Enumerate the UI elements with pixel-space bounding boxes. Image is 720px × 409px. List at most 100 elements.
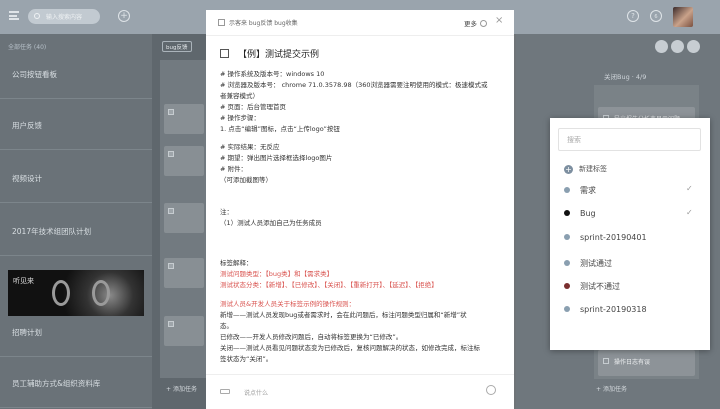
sidebar-item-label: 员工辅助方式&组织资料库 bbox=[12, 379, 101, 388]
tag-color-dot bbox=[564, 306, 570, 312]
task-card[interactable] bbox=[164, 316, 204, 346]
tag-search-input[interactable]: 搜索 bbox=[558, 128, 701, 151]
tag-color-dot bbox=[564, 187, 570, 193]
new-tag-button[interactable]: + 新建标签 bbox=[564, 164, 607, 174]
task-title-text[interactable]: 【例】测试提交示例 bbox=[238, 50, 319, 60]
search-input[interactable]: 输入搜索内容 bbox=[28, 9, 100, 24]
task-checkbox[interactable] bbox=[168, 321, 174, 327]
notification-badge: 6 bbox=[654, 14, 658, 20]
task-checkbox[interactable] bbox=[168, 263, 174, 269]
close-icon[interactable]: × bbox=[495, 15, 503, 26]
sidebar-item[interactable]: 公司按钮看板 bbox=[0, 65, 152, 99]
add-task-button[interactable]: + 添加任务 bbox=[596, 384, 627, 393]
description-line: # 浏览器及版本号： chrome 71.0.3578.98（360浏览器需要注… bbox=[220, 81, 488, 89]
description-line: 者兼容模式） bbox=[220, 92, 259, 100]
menu-icon[interactable] bbox=[9, 11, 19, 20]
description-line: 测试状态分类：【新增】、【已修改】、【关闭】、【重新打开】、【延迟】、【拒绝】 bbox=[220, 281, 438, 289]
avatar[interactable] bbox=[673, 7, 693, 27]
task-card[interactable] bbox=[164, 146, 204, 176]
tag-color-dot bbox=[564, 260, 570, 266]
description-line: 新增——测试人员发现bug或者需求时，会在此问题后，标注问题类型归属和“新增”状 bbox=[220, 311, 467, 319]
description-line: 关闭——测试人员看见问题状态变为已修改后，复核问题解决的状态，如修改完成，标注标 bbox=[220, 344, 480, 352]
lane-header: 关闭Bug · 4/9 bbox=[604, 73, 647, 81]
task-card[interactable] bbox=[164, 104, 204, 134]
description-line: 态。 bbox=[220, 322, 233, 330]
search-placeholder: 输入搜索内容 bbox=[46, 14, 83, 21]
comment-type-icon[interactable] bbox=[220, 389, 230, 394]
plus-icon: + bbox=[564, 165, 573, 174]
more-button[interactable]: 更多 bbox=[464, 18, 487, 28]
task-detail-modal: 示客来 bug反馈 bug收集 更多 × 【例】测试提交示例 # 操作系统及版本… bbox=[206, 10, 514, 409]
tag-option[interactable]: sprint-20190318 bbox=[564, 305, 704, 319]
task-card[interactable] bbox=[164, 258, 204, 288]
sidebar-item[interactable]: 招聘计划 bbox=[0, 323, 152, 357]
tag-label: sprint-20190318 bbox=[580, 305, 647, 314]
view-list-icon[interactable] bbox=[671, 40, 684, 53]
description-line: （可添加截图等） bbox=[220, 176, 272, 184]
help-icon[interactable]: ? bbox=[627, 10, 639, 22]
tag-option[interactable]: Bug ✓ bbox=[564, 208, 704, 223]
task-card[interactable]: 操作日志有误 bbox=[598, 350, 695, 376]
breadcrumb[interactable]: 示客来 bug反馈 bug收集 bbox=[218, 18, 298, 27]
description-line: # 附件： bbox=[220, 165, 248, 173]
tag-label: 测试通过 bbox=[580, 259, 612, 268]
task-checkbox[interactable] bbox=[168, 151, 174, 157]
notification-icon[interactable]: 6 bbox=[650, 10, 662, 22]
sidebar-header[interactable]: 全部任务 (40) bbox=[8, 42, 46, 51]
description-line: 签状态为“关闭”。 bbox=[220, 355, 273, 363]
view-more-icon[interactable] bbox=[687, 40, 700, 53]
sidebar-item-label: 招聘计划 bbox=[12, 328, 42, 337]
sidebar-item-label: 公司按钮看板 bbox=[12, 70, 57, 79]
task-card[interactable] bbox=[164, 203, 204, 233]
board-filter-chip[interactable]: bug反馈 bbox=[162, 41, 192, 52]
sidebar-item[interactable]: 用户反馈 bbox=[0, 116, 152, 150]
check-icon: ✓ bbox=[686, 208, 693, 217]
photo-thumbnail: 听见来 bbox=[8, 270, 144, 316]
description-line: 测试人员&开发人员关于标签示例的操作规则： bbox=[220, 300, 356, 308]
more-icon bbox=[480, 20, 487, 27]
tag-label: sprint-20190401 bbox=[580, 233, 647, 242]
breadcrumb-text: 示客来 bug反馈 bug收集 bbox=[229, 20, 298, 27]
description-line: （1）测试人员添加自己为任务成员 bbox=[220, 219, 322, 227]
task-title: 操作日志有误 bbox=[614, 359, 651, 366]
tag-color-dot bbox=[564, 210, 570, 216]
task-checkbox[interactable] bbox=[168, 109, 174, 115]
sidebar-item[interactable]: 员工辅助方式&组织资料库 bbox=[0, 374, 152, 408]
description-line: # 操作步骤： bbox=[220, 114, 261, 122]
comment-bar: 说点什么 bbox=[206, 374, 514, 409]
task-checkbox[interactable] bbox=[168, 208, 174, 214]
add-icon[interactable]: + bbox=[118, 10, 130, 22]
search-icon bbox=[34, 13, 40, 19]
headphone-image bbox=[92, 280, 110, 306]
tag-option[interactable]: 需求 ✓ bbox=[564, 184, 704, 199]
add-task-button[interactable]: + 添加任务 bbox=[166, 384, 197, 393]
sidebar-item-label: 用户反馈 bbox=[12, 121, 42, 130]
headphone-image bbox=[52, 280, 70, 306]
tag-color-dot bbox=[564, 234, 570, 240]
description-line: # 实际结果：无反应 bbox=[220, 143, 280, 151]
add-task-label: 添加任务 bbox=[602, 386, 627, 393]
view-board-icon[interactable] bbox=[655, 40, 668, 53]
sidebar-item[interactable]: 2017年技术组团队计划 bbox=[0, 222, 152, 256]
tag-label: 需求 bbox=[580, 186, 596, 195]
description-line: 测试问题类型：【bug类】和【需求类】 bbox=[220, 270, 334, 278]
tag-option[interactable]: 测试不通过 bbox=[564, 281, 704, 295]
more-label: 更多 bbox=[464, 20, 477, 28]
modal-header: 示客来 bug反馈 bug收集 更多 × bbox=[206, 10, 514, 36]
emoji-icon[interactable] bbox=[486, 385, 496, 395]
sidebar-item[interactable]: 视频设计 bbox=[0, 169, 152, 203]
description-line: 已修改——开发人员修改问题后，自动将标签更换为“已修改”。 bbox=[220, 333, 403, 341]
photo-caption: 听见来 bbox=[13, 277, 34, 285]
tag-label: 测试不通过 bbox=[580, 282, 620, 291]
tag-option[interactable]: sprint-20190401 bbox=[564, 233, 704, 247]
tag-label: Bug bbox=[580, 209, 596, 218]
task-complete-checkbox[interactable] bbox=[220, 49, 229, 58]
check-icon: ✓ bbox=[686, 184, 693, 193]
sidebar-item-label: 2017年技术组团队计划 bbox=[12, 227, 92, 236]
description-line: # 期望：弹出图片选择框选择logo图片 bbox=[220, 154, 333, 162]
task-checkbox[interactable] bbox=[603, 358, 609, 364]
tag-option[interactable]: 测试通过 bbox=[564, 258, 704, 272]
description-line: 标签解释： bbox=[220, 259, 253, 267]
description-line: # 操作系统及版本号：windows 10 bbox=[220, 70, 325, 78]
comment-input[interactable]: 说点什么 bbox=[244, 388, 268, 397]
